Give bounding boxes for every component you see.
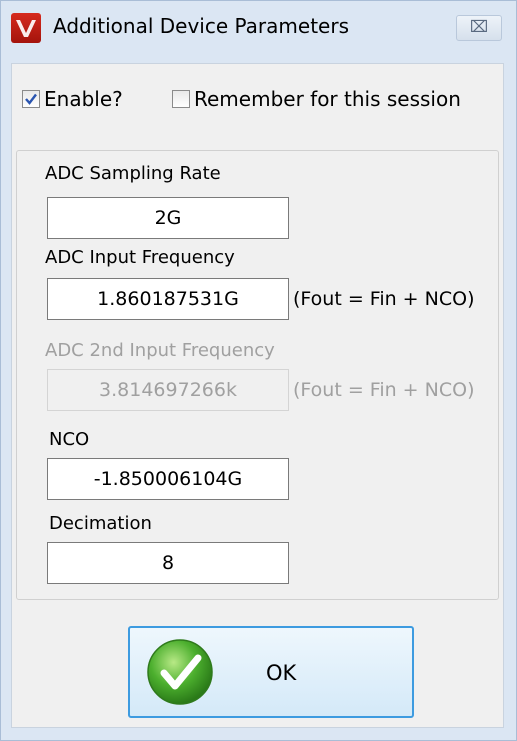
app-logo-icon	[11, 13, 41, 43]
remember-option[interactable]: Remember for this session	[172, 86, 461, 112]
input-frequency-input[interactable]: 1.860187531G	[47, 278, 289, 320]
dialog-window: Additional Device Parameters ⌧ Enable? R…	[0, 0, 517, 741]
sampling-rate-input[interactable]: 2G	[47, 197, 289, 239]
checkmark-icon	[25, 93, 37, 105]
ok-button-label: OK	[266, 661, 297, 685]
nco-input[interactable]: -1.850006104G	[47, 458, 289, 500]
second-input-frequency-label: ADC 2nd Input Frequency	[45, 340, 275, 361]
title-bar[interactable]: Additional Device Parameters ⌧	[1, 1, 516, 53]
input-frequency-label: ADC Input Frequency	[45, 247, 235, 268]
enable-option[interactable]: Enable?	[22, 86, 123, 112]
close-icon: ⌧	[469, 17, 489, 36]
close-button[interactable]: ⌧	[456, 15, 502, 41]
enable-checkbox[interactable]	[22, 90, 40, 108]
remember-label: Remember for this session	[194, 87, 461, 111]
nco-label: NCO	[49, 429, 90, 450]
remember-checkbox[interactable]	[172, 90, 190, 108]
green-checkmark-icon	[147, 639, 213, 705]
input-frequency-formula: (Fout = Fin + NCO)	[293, 288, 475, 310]
decimation-label: Decimation	[49, 513, 152, 534]
dialog-body: Enable? Remember for this session ADC Sa…	[11, 63, 504, 728]
sampling-rate-label: ADC Sampling Rate	[45, 163, 221, 184]
second-input-frequency-input: 3.814697266k	[47, 369, 289, 411]
second-input-frequency-formula: (Fout = Fin + NCO)	[293, 379, 475, 401]
parameters-group: ADC Sampling Rate 2G ADC Input Frequency…	[16, 150, 499, 600]
ok-button[interactable]: OK	[128, 626, 414, 718]
enable-label: Enable?	[44, 87, 123, 111]
decimation-input[interactable]: 8	[47, 542, 289, 584]
window-title: Additional Device Parameters	[53, 14, 349, 38]
